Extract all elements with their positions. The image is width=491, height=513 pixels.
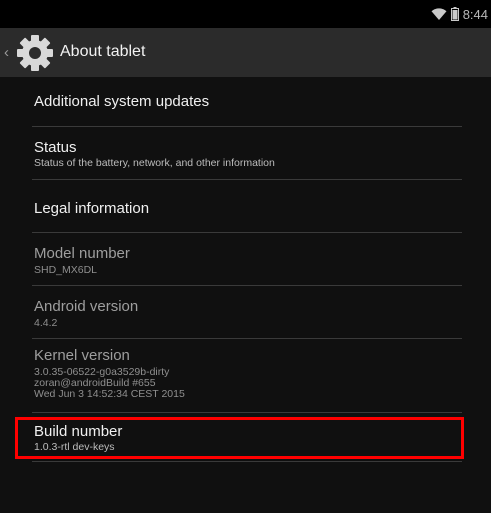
list-item-subtitle: 4.4.2 <box>34 317 58 329</box>
list-item-legal-information[interactable]: Legal information <box>32 180 462 233</box>
status-icons: 8:44 <box>431 6 488 22</box>
list-item-title: Build number <box>34 423 123 440</box>
list-item-subtitle: SHD_MX6DL <box>34 264 98 276</box>
status-time: 8:44 <box>462 6 488 22</box>
list-item-kernel-version: Kernel version 3.0.35-06522-g0a3529b-dir… <box>32 339 462 413</box>
list-item-title: Legal information <box>34 200 150 217</box>
list-item-android-version: Android version 4.4.2 <box>32 286 462 339</box>
list-item-status[interactable]: Status Status of the battery, network, a… <box>32 127 462 180</box>
list-item-title: Android version <box>34 298 139 315</box>
list-item-build-number[interactable]: Build number 1.0.3-rtl dev-keys <box>32 413 462 462</box>
list-item-subtitle: 1.0.3-rtl dev-keys <box>34 441 115 453</box>
battery-icon <box>450 7 459 21</box>
up-button[interactable]: ‹ <box>4 28 56 77</box>
list-item-model-number: Model number SHD_MX6DL <box>32 233 462 286</box>
wifi-icon <box>431 7 447 21</box>
list-item-subtitle: Status of the battery, network, and othe… <box>34 157 275 169</box>
kernel-line-3: Wed Jun 3 14:52:34 CEST 2015 <box>34 388 185 400</box>
settings-gear-icon <box>14 32 56 74</box>
page-title: About tablet <box>60 43 146 60</box>
status-bar: 8:44 <box>0 0 491 28</box>
list-item-title: Kernel version <box>34 347 130 364</box>
screen: 8:44 ‹ About tablet Additional system up… <box>0 0 491 513</box>
list-item-additional-system-updates[interactable]: Additional system updates <box>32 77 462 127</box>
chevron-left-icon: ‹ <box>4 44 9 61</box>
list-item-title: Model number <box>34 245 130 262</box>
action-bar: ‹ About tablet <box>0 28 491 77</box>
list-item-title: Status <box>34 139 77 156</box>
list-item-title: Additional system updates <box>34 93 210 110</box>
